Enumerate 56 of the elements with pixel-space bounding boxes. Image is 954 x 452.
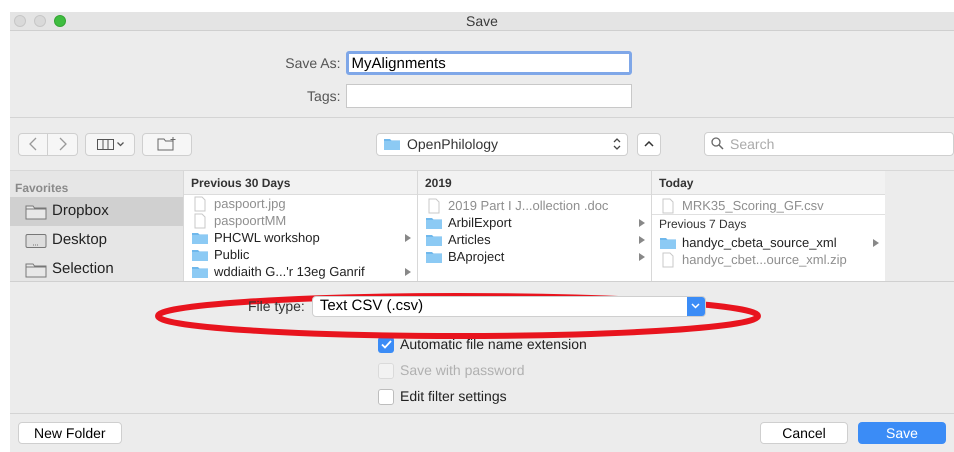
window-title: Save <box>466 12 498 30</box>
folder-plus-icon <box>157 137 177 151</box>
disclosure-icon <box>639 218 645 226</box>
chevron-up-icon <box>644 141 654 147</box>
file-row[interactable]: ArbilExport <box>418 214 651 231</box>
columns-icon <box>96 138 114 150</box>
new-folder-icon-button[interactable] <box>142 132 192 156</box>
back-button[interactable] <box>18 132 48 156</box>
minimize-button[interactable] <box>34 15 46 27</box>
folder-icon <box>25 262 47 278</box>
column-header: 2019 <box>418 171 651 195</box>
disclosure-icon <box>873 238 879 246</box>
checkbox[interactable] <box>378 388 394 404</box>
close-button[interactable] <box>14 15 26 27</box>
sidebar-item[interactable]: Dropbox <box>10 197 183 226</box>
disclosure-icon <box>405 234 411 242</box>
column-header: Today <box>652 171 885 195</box>
disclosure-icon <box>639 252 645 260</box>
folder-icon <box>25 204 47 220</box>
file-row[interactable]: Articles <box>418 231 651 248</box>
column-header: Previous 30 Days <box>184 171 417 195</box>
sidebar-item[interactable]: Selection <box>10 255 183 284</box>
caret-icon <box>116 142 124 146</box>
view-mode-button[interactable] <box>85 132 135 156</box>
file-row[interactable]: Public <box>184 246 417 263</box>
filename-field[interactable]: MyAlignments <box>346 51 632 75</box>
checkbox-option[interactable]: Edit filter settings <box>378 386 954 407</box>
file-row[interactable]: BAproject <box>418 248 651 265</box>
file-type-dropdown[interactable]: Text CSV (.csv) <box>312 296 706 316</box>
search-field[interactable]: Search <box>704 132 954 156</box>
search-icon <box>711 137 724 150</box>
file-row[interactable]: PHCWL workshop <box>184 229 417 246</box>
disclosure-icon <box>405 268 411 276</box>
section-header: Previous 7 Days <box>652 214 885 234</box>
tags-label: Tags: <box>306 86 340 106</box>
checkmark-icon <box>380 340 392 349</box>
up-down-chevron-icon <box>613 137 621 151</box>
new-folder-button[interactable]: New Folder <box>18 422 122 444</box>
forward-icon <box>58 137 66 151</box>
sidebar-heading: Favorites <box>14 180 70 197</box>
display-icon <box>25 232 47 248</box>
location-popup[interactable]: OpenPhilology <box>376 132 628 156</box>
disclosure-icon <box>639 236 645 244</box>
checkbox-option[interactable]: Automatic file name extension <box>378 334 954 355</box>
file-row[interactable]: handyc_cbeta_source_xml <box>652 234 885 251</box>
file-row[interactable]: wddiaith G...'r 13eg Ganrif <box>184 263 417 280</box>
folder-icon <box>383 136 401 152</box>
chevron-down-icon <box>691 303 700 309</box>
save-as-label: Save As: <box>284 54 340 72</box>
forward-button[interactable] <box>48 132 78 156</box>
back-icon <box>29 137 37 151</box>
cancel-button[interactable]: Cancel <box>760 422 848 444</box>
sidebar-item[interactable]: Desktop <box>10 226 183 255</box>
zoom-button[interactable] <box>54 15 66 27</box>
up-button[interactable] <box>637 132 661 156</box>
tags-field[interactable] <box>346 84 632 108</box>
